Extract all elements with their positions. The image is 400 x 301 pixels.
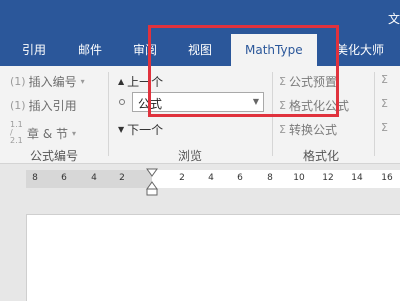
next-button[interactable]: ▼ 下一个 (118, 121, 163, 138)
group-label-browse: 浏览 (178, 149, 203, 163)
number-icon: (1) (10, 75, 26, 88)
group-divider (108, 72, 109, 156)
sigma-icon: Σ (381, 73, 388, 86)
window-title: 文 (387, 12, 400, 26)
tab-references[interactable]: 引用 (22, 34, 46, 66)
convert-equation-label: 转换公式 (288, 123, 337, 137)
triangle-up-icon: ▲ (118, 77, 125, 86)
more-button-3[interactable]: Σ (381, 121, 391, 134)
ruler-label: 12 (322, 173, 334, 183)
ruler-label: 16 (381, 173, 393, 183)
ruler-label: 14 (351, 173, 363, 183)
tab-mailings[interactable]: 邮件 (78, 34, 102, 66)
ruler-label: 2 (179, 173, 185, 183)
ruler-label: 4 (91, 173, 97, 183)
ruler-margin (26, 170, 152, 188)
highlight-box (148, 25, 339, 117)
more-button-2[interactable]: Σ (381, 97, 391, 110)
ruler-text-area (152, 170, 400, 188)
radio-icon[interactable] (119, 99, 125, 105)
ruler-label: 8 (32, 173, 38, 183)
insert-number-label: 插入编号 (28, 75, 77, 89)
chevron-down-icon: ▾ (72, 128, 77, 138)
reference-icon: (1) (10, 99, 26, 112)
sigma-icon: Σ (381, 121, 388, 134)
sigma-icon: Σ (279, 123, 286, 136)
group-label-equation-number: 公式编号 (30, 149, 79, 163)
document-page[interactable] (26, 214, 400, 301)
insert-reference-button[interactable]: (1) 插入引用 (10, 97, 77, 114)
chapter-icon: 1.1 / 2.1 (10, 120, 23, 145)
group-label-format: 格式化 (303, 149, 340, 163)
group-divider (374, 72, 375, 156)
chapter-section-label: 章 & 节 (27, 126, 68, 141)
insert-reference-label: 插入引用 (28, 99, 77, 113)
next-label: 下一个 (127, 123, 164, 137)
ruler-label: 10 (293, 173, 305, 183)
triangle-down-icon: ▼ (118, 125, 125, 134)
tab-beautify-master[interactable]: 美化大师 (336, 34, 384, 66)
sigma-icon: Σ (381, 97, 388, 110)
convert-equation-button[interactable]: Σ 转换公式 (279, 121, 337, 138)
ruler-label: 2 (119, 173, 125, 183)
ruler-label: 8 (267, 173, 273, 183)
more-button-1[interactable]: Σ (381, 73, 391, 86)
indent-marker-icon[interactable] (146, 168, 158, 196)
chapter-section-button[interactable]: 1.1 / 2.1 章 & 节 ▾ (10, 121, 76, 145)
ruler-label: 4 (208, 173, 214, 183)
chevron-down-icon: ▾ (80, 77, 85, 86)
insert-number-button[interactable]: (1) 插入编号 ▾ (10, 73, 85, 90)
horizontal-ruler[interactable]: 8 6 4 2 2 4 6 8 10 12 14 16 (0, 168, 400, 190)
ruler-label: 6 (237, 173, 243, 183)
ruler-label: 6 (61, 173, 67, 183)
